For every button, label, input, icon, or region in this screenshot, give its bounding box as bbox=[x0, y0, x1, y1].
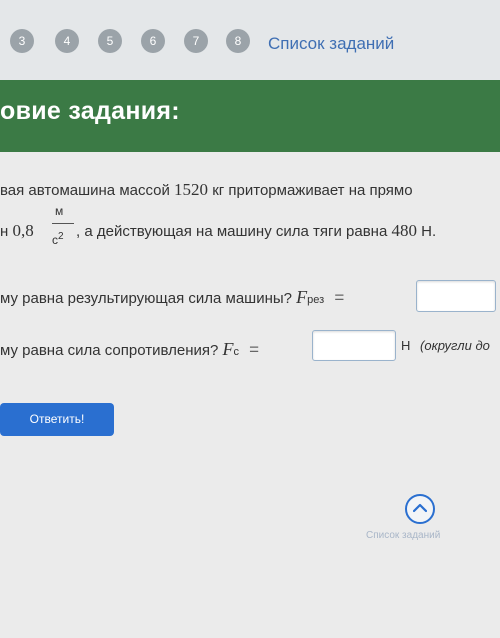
page-5-button[interactable]: 5 bbox=[98, 29, 122, 53]
equals-sign: = bbox=[334, 288, 345, 307]
page-3-button[interactable]: 3 bbox=[10, 29, 34, 53]
chevron-up-icon[interactable] bbox=[405, 494, 435, 524]
task-text-part: вая автомашина массой bbox=[0, 182, 175, 199]
resultant-force-subscript: рез bbox=[307, 294, 325, 306]
fraction-bar bbox=[52, 223, 74, 224]
question-1-label: му равна результирующая сила машины? bbox=[0, 290, 292, 307]
resultant-force-symbol: F bbox=[296, 287, 308, 307]
resistance-force-subscript: с bbox=[233, 346, 240, 358]
task-text-line-2: н 0,8 bbox=[0, 221, 34, 241]
resistance-force-symbol: F bbox=[222, 339, 234, 359]
rounding-hint: (округли до bbox=[420, 338, 490, 353]
task-text-part: кг притормаживает на прямо bbox=[208, 182, 413, 199]
unit-denominator: с2 bbox=[52, 231, 64, 247]
resistance-unit: Н (округли до bbox=[401, 338, 490, 353]
page-title: овие задания: bbox=[0, 97, 180, 125]
page-6-button[interactable]: 6 bbox=[141, 29, 165, 53]
answer-button[interactable]: Ответить! bbox=[0, 403, 114, 436]
task-text-line-2-rest: , а действующая на машину сила тяги равн… bbox=[76, 221, 436, 241]
task-text-part: Н. bbox=[416, 223, 437, 240]
acceleration-value: 0,8 bbox=[12, 221, 34, 240]
resultant-force-input[interactable] bbox=[416, 280, 496, 312]
task-text-part: , а действующая на машину сила тяги равн… bbox=[76, 223, 392, 240]
question-2: му равна сила сопротивления? Fс = bbox=[0, 339, 259, 360]
force-value: 480 bbox=[391, 221, 417, 240]
question-2-label: му равна сила сопротивления? bbox=[0, 342, 219, 359]
unit-exponent: 2 bbox=[58, 231, 64, 242]
page-4-button[interactable]: 4 bbox=[55, 29, 79, 53]
task-text-line-1: вая автомашина массой 1520 кг притормажи… bbox=[0, 180, 413, 200]
page-7-button[interactable]: 7 bbox=[184, 29, 208, 53]
page-8-button[interactable]: 8 bbox=[226, 29, 250, 53]
task-text-part: н bbox=[0, 223, 13, 240]
task-list-link[interactable]: Список заданий bbox=[268, 34, 394, 54]
mass-value: 1520 bbox=[174, 180, 209, 199]
question-1: му равна результирующая сила машины? Fре… bbox=[0, 287, 344, 308]
unit-numerator: м bbox=[55, 204, 64, 218]
equals-sign: = bbox=[249, 340, 260, 359]
top-navigation-bar: 3 4 5 6 7 8 Список заданий bbox=[0, 0, 500, 80]
newton-unit: Н bbox=[401, 338, 411, 353]
bottom-task-list-link[interactable]: Список заданий bbox=[366, 530, 440, 541]
resistance-force-input[interactable] bbox=[312, 330, 396, 361]
